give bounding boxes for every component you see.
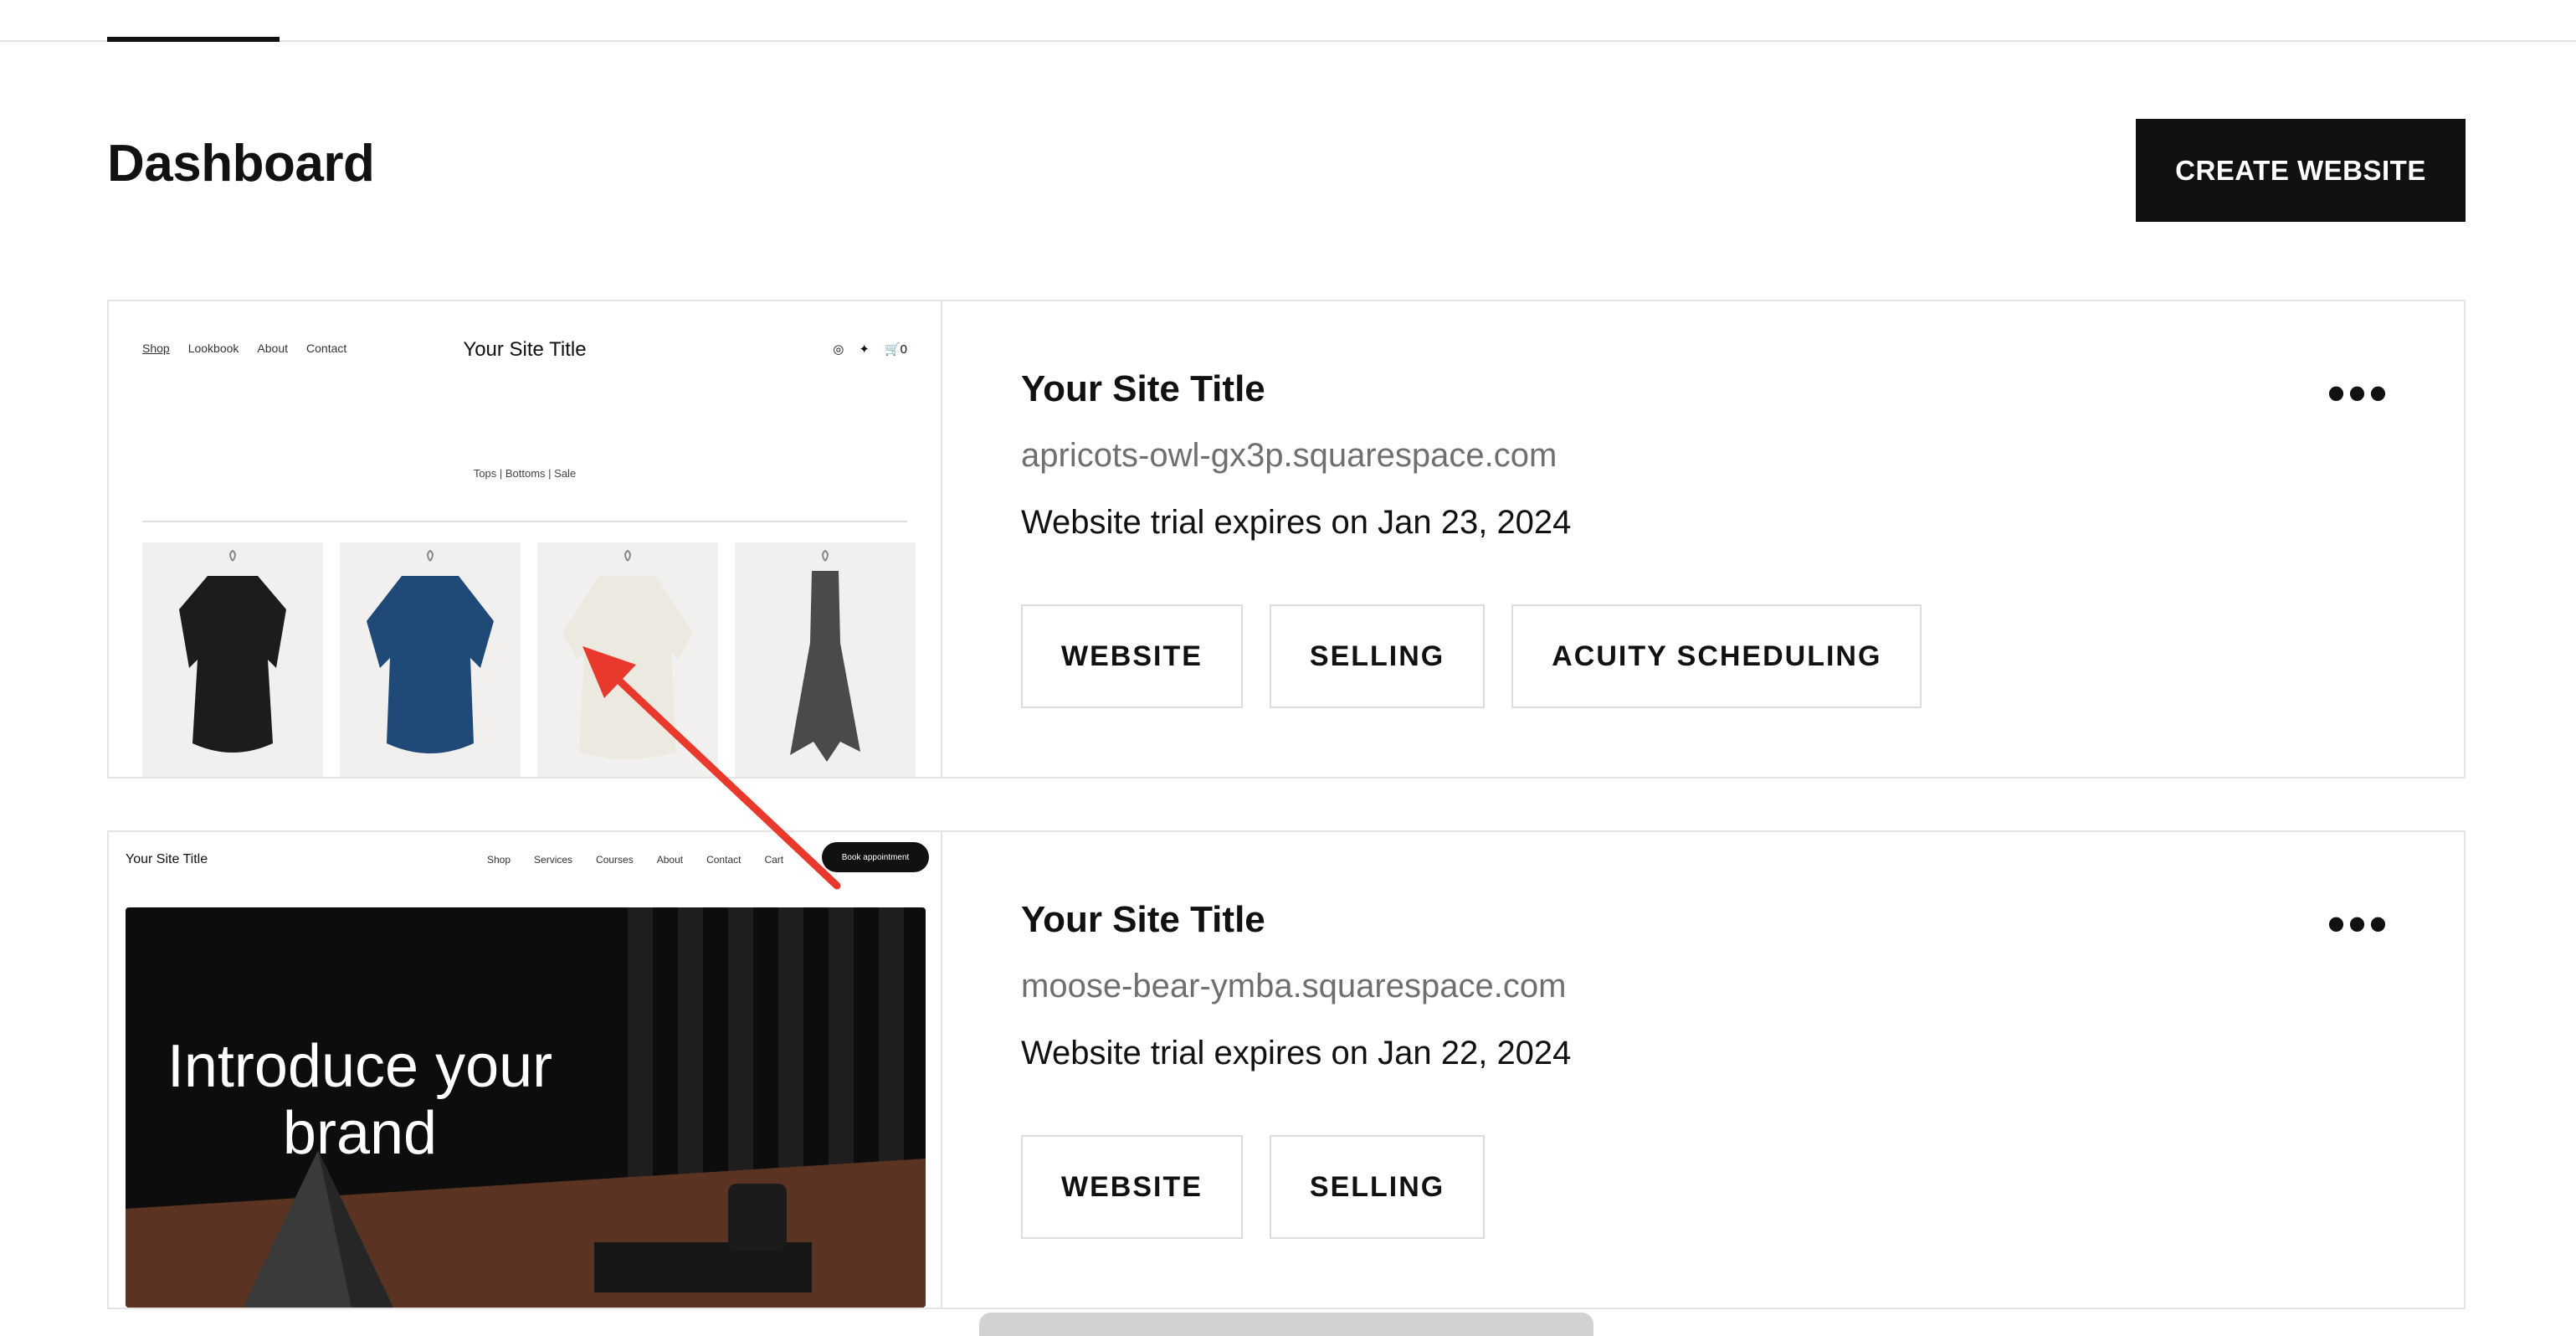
tag-selling[interactable]: SELLING — [1269, 1135, 1486, 1239]
preview-social-icons: ◎ ✦ 🛒0 — [833, 342, 907, 357]
twitter-icon: ✦ — [859, 342, 870, 357]
tag-website[interactable]: WEBSITE — [1021, 604, 1243, 708]
page-title: Dashboard — [107, 135, 375, 193]
site-url[interactable]: moose-bear-ymba.squarespace.com — [1021, 968, 1566, 1005]
site-info: Your Site Title moose-bear-ymba.squaresp… — [1021, 832, 2464, 1308]
product-image-grey-dress — [735, 542, 916, 777]
tag-selling[interactable]: SELLING — [1269, 604, 1486, 708]
more-options-icon[interactable]: ••• — [2327, 368, 2390, 419]
more-options-icon[interactable]: ••• — [2327, 899, 2390, 949]
trial-expiry: Website trial expires on Jan 22, 2024 — [1021, 1035, 1572, 1071]
site-card[interactable]: Your Site Title Shop Services Courses Ab… — [107, 830, 2466, 1309]
preview-hero-image: Introduce your brand — [126, 907, 926, 1308]
cart-icon: 🛒0 — [884, 342, 907, 357]
product-image-white-top — [537, 542, 718, 777]
horizontal-scrollbar[interactable] — [979, 1313, 1593, 1336]
preview-product-grid — [142, 542, 916, 777]
preview-site-title: Your Site Title — [463, 338, 587, 361]
preview-site-title: Your Site Title — [126, 852, 208, 866]
site-thumbnail[interactable]: Shop Lookbook About Contact Your Site Ti… — [109, 301, 942, 777]
product-image-black-top — [142, 542, 323, 777]
site-title[interactable]: Your Site Title — [1021, 899, 1265, 941]
product-tags: WEBSITE SELLING — [1021, 1135, 1486, 1239]
preview-cta-button: Book appointment — [822, 842, 929, 872]
site-url[interactable]: apricots-owl-gx3p.squarespace.com — [1021, 437, 1557, 475]
tag-acuity-scheduling[interactable]: ACUITY SCHEDULING — [1511, 604, 1922, 708]
preview-nav: Shop Services Courses About Contact Cart — [487, 854, 784, 866]
trial-expiry: Website trial expires on Jan 23, 2024 — [1021, 504, 1572, 541]
site-title[interactable]: Your Site Title — [1021, 368, 1265, 410]
tag-website[interactable]: WEBSITE — [1021, 1135, 1243, 1239]
site-thumbnail[interactable]: Your Site Title Shop Services Courses Ab… — [109, 832, 942, 1308]
active-tab-indicator — [107, 37, 280, 42]
top-tab-rule — [0, 40, 2576, 42]
product-tags: WEBSITE SELLING ACUITY SCHEDULING — [1021, 604, 1922, 708]
preview-divider — [142, 521, 907, 522]
create-website-button[interactable]: CREATE WEBSITE — [2136, 119, 2466, 222]
site-info: Your Site Title apricots-owl-gx3p.square… — [1021, 301, 2464, 777]
preview-subnav: Tops | Bottoms | Sale — [473, 467, 577, 480]
site-card[interactable]: Shop Lookbook About Contact Your Site Ti… — [107, 300, 2466, 778]
preview-hero-heading: Introduce your brand — [167, 1033, 553, 1167]
product-image-blue-top — [340, 542, 521, 777]
instagram-icon: ◎ — [833, 342, 844, 357]
